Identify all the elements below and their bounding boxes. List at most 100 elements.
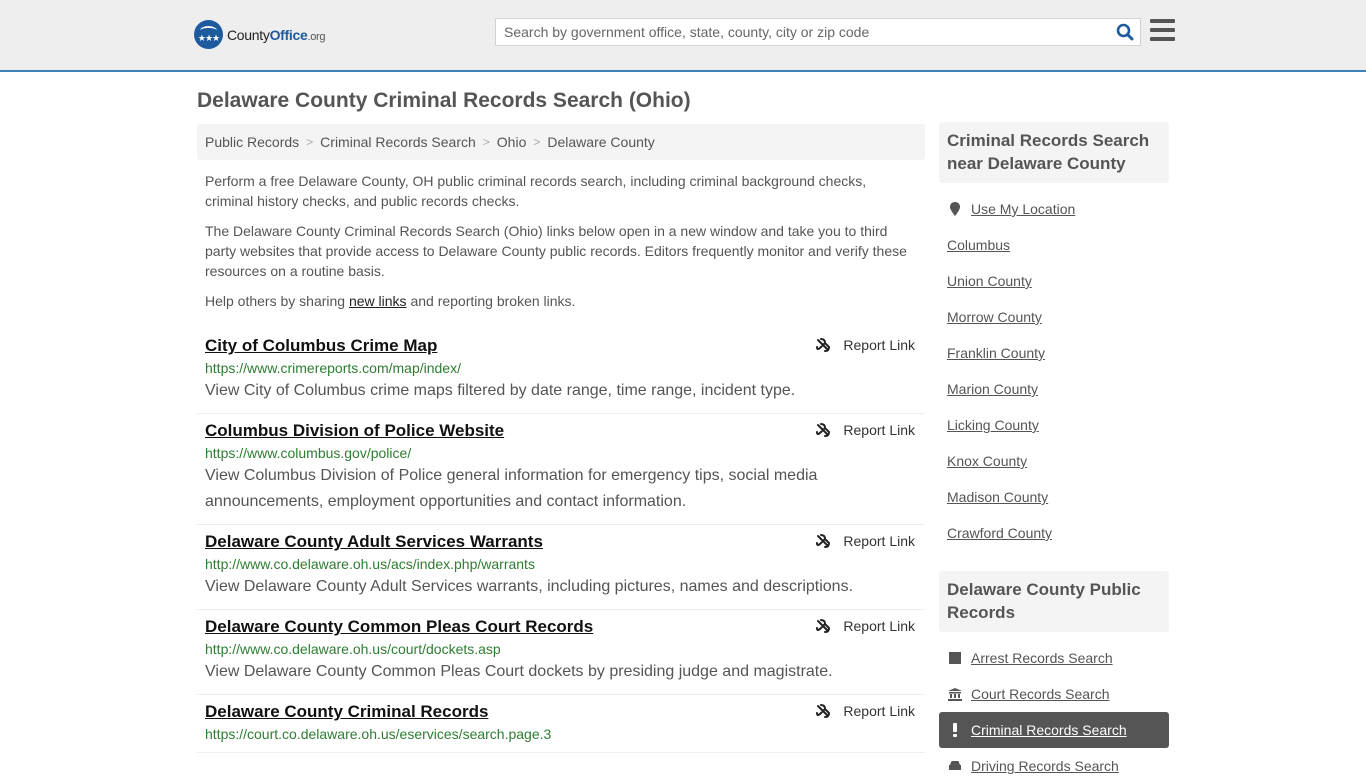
eagle-logo-icon: ★★★ — [194, 20, 223, 49]
report-link-button[interactable]: Report Link — [815, 337, 915, 353]
breadcrumb-separator: > — [482, 135, 490, 149]
report-link-button[interactable]: Report Link — [815, 533, 915, 549]
square-icon — [947, 652, 963, 664]
nearby-link-crawford-county[interactable]: Crawford County — [947, 525, 1052, 541]
report-link-label: Report Link — [843, 618, 915, 634]
hamburger-menu-icon[interactable] — [1150, 19, 1175, 41]
search-input[interactable] — [496, 19, 1110, 45]
public-records-item: Arrest Records Search — [947, 640, 1161, 676]
courthouse-icon — [947, 687, 963, 701]
resource-title-link[interactable]: City of Columbus Crime Map — [205, 335, 437, 357]
logo-org: .org — [307, 30, 326, 43]
resource-url: https://court.co.delaware.oh.us/eservice… — [205, 726, 552, 742]
new-links-link[interactable]: new links — [349, 293, 407, 309]
criminal-records-link[interactable]: Criminal Records Search — [971, 722, 1127, 738]
resource-description: View Columbus Division of Police general… — [205, 467, 818, 510]
logo-wordmark: CountyOffice.org — [227, 26, 326, 43]
public-records-item: Court Records Search — [947, 676, 1161, 712]
broken-link-icon — [816, 423, 831, 437]
resource-title-link[interactable]: Delaware County Criminal Records — [205, 701, 488, 723]
intro-paragraph-3: Help others by sharing new links and rep… — [205, 291, 917, 311]
public-records-section: Delaware County Public Records Arrest Re… — [939, 571, 1169, 784]
nearby-link-morrow-county[interactable]: Morrow County — [947, 309, 1042, 325]
nearby-link-union-county[interactable]: Union County — [947, 273, 1032, 289]
public-records-item: Driving Records Search — [947, 748, 1161, 784]
main-content: Public Records > Criminal Records Search… — [197, 124, 925, 753]
breadcrumb-public-records[interactable]: Public Records — [205, 134, 299, 150]
nearby-item: Morrow County — [947, 299, 1161, 335]
broken-link-icon — [816, 534, 831, 548]
nearby-item: Crawford County — [947, 515, 1161, 551]
driving-records-link[interactable]: Driving Records Search — [971, 758, 1119, 774]
nearby-list: Use My Location Columbus Union County Mo… — [939, 191, 1169, 551]
list-item: Delaware County Criminal Records Report … — [197, 695, 925, 753]
nearby-link-marion-county[interactable]: Marion County — [947, 381, 1038, 397]
nearby-item: Licking County — [947, 407, 1161, 443]
report-link-label: Report Link — [843, 422, 915, 438]
arrest-records-link[interactable]: Arrest Records Search — [971, 650, 1113, 666]
map-marker-icon — [947, 202, 963, 216]
nearby-item: Knox County — [947, 443, 1161, 479]
help-text-end: and reporting broken links. — [406, 293, 576, 309]
breadcrumb-ohio[interactable]: Ohio — [497, 134, 527, 150]
court-records-link[interactable]: Court Records Search — [971, 686, 1110, 702]
resource-description: View Delaware County Common Pleas Court … — [205, 663, 833, 680]
breadcrumb: Public Records > Criminal Records Search… — [197, 124, 925, 160]
resource-links-list: City of Columbus Crime Map Report Link h… — [197, 329, 925, 753]
report-link-label: Report Link — [843, 703, 915, 719]
public-records-heading: Delaware County Public Records — [939, 571, 1169, 632]
nearby-link-franklin-county[interactable]: Franklin County — [947, 345, 1045, 361]
nearby-item: Marion County — [947, 371, 1161, 407]
intro-paragraph-2: The Delaware County Criminal Records Sea… — [205, 223, 907, 279]
report-link-label: Report Link — [843, 533, 915, 549]
nearby-link-madison-county[interactable]: Madison County — [947, 489, 1048, 505]
use-my-location-item: Use My Location — [947, 191, 1161, 227]
resource-url: https://www.crimereports.com/map/index/ — [205, 360, 461, 376]
resource-url: http://www.co.delaware.oh.us/acs/index.p… — [205, 556, 535, 572]
nearby-link-knox-county[interactable]: Knox County — [947, 453, 1027, 469]
list-item: Delaware County Adult Services Warrants … — [197, 525, 925, 610]
search-button[interactable] — [1110, 19, 1140, 45]
page-title: Delaware County Criminal Records Search … — [197, 89, 691, 112]
report-link-button[interactable]: Report Link — [815, 618, 915, 634]
sidebar: Criminal Records Search near Delaware Co… — [939, 122, 1169, 784]
broken-link-icon — [816, 338, 831, 352]
site-logo[interactable]: ★★★ CountyOffice.org — [194, 20, 326, 49]
breadcrumb-criminal-records-search[interactable]: Criminal Records Search — [320, 134, 476, 150]
resource-url: http://www.co.delaware.oh.us/court/docke… — [205, 641, 501, 657]
logo-county: County — [227, 26, 270, 43]
search-bar — [495, 18, 1141, 46]
report-link-label: Report Link — [843, 337, 915, 353]
public-records-list: Arrest Records Search Court Records Sear… — [939, 640, 1169, 784]
help-text: Help others by sharing — [205, 293, 349, 309]
intro-paragraph-1: Perform a free Delaware County, OH publi… — [205, 173, 867, 209]
nearby-item: Franklin County — [947, 335, 1161, 371]
list-item: Delaware County Common Pleas Court Recor… — [197, 610, 925, 695]
resource-url: https://www.columbus.gov/police/ — [205, 445, 412, 461]
broken-link-icon — [816, 704, 831, 718]
exclamation-icon — [947, 723, 963, 737]
site-header: ★★★ CountyOffice.org — [0, 0, 1366, 72]
broken-link-icon — [816, 619, 831, 633]
nearby-heading: Criminal Records Search near Delaware Co… — [939, 122, 1169, 183]
breadcrumb-separator: > — [533, 135, 541, 149]
use-my-location-link[interactable]: Use My Location — [971, 201, 1075, 217]
resource-title-link[interactable]: Delaware County Common Pleas Court Recor… — [205, 616, 593, 638]
nearby-item: Union County — [947, 263, 1161, 299]
breadcrumb-delaware-county[interactable]: Delaware County — [547, 134, 654, 150]
report-link-button[interactable]: Report Link — [815, 422, 915, 438]
public-records-item-active: Criminal Records Search — [939, 712, 1169, 748]
intro-text: Perform a free Delaware County, OH publi… — [197, 171, 925, 311]
logo-office: Office — [269, 26, 308, 43]
resource-title-link[interactable]: Delaware County Adult Services Warrants — [205, 531, 543, 553]
list-item: Columbus Division of Police Website Repo… — [197, 414, 925, 525]
nearby-item: Madison County — [947, 479, 1161, 515]
report-link-button[interactable]: Report Link — [815, 703, 915, 719]
car-icon — [947, 760, 963, 772]
resource-title-link[interactable]: Columbus Division of Police Website — [205, 420, 504, 442]
nearby-link-licking-county[interactable]: Licking County — [947, 417, 1039, 433]
nearby-link-columbus[interactable]: Columbus — [947, 237, 1010, 253]
resource-description: View City of Columbus crime maps filtere… — [205, 382, 796, 399]
search-icon — [1116, 23, 1134, 41]
resource-description: View Delaware County Adult Services warr… — [205, 578, 854, 595]
